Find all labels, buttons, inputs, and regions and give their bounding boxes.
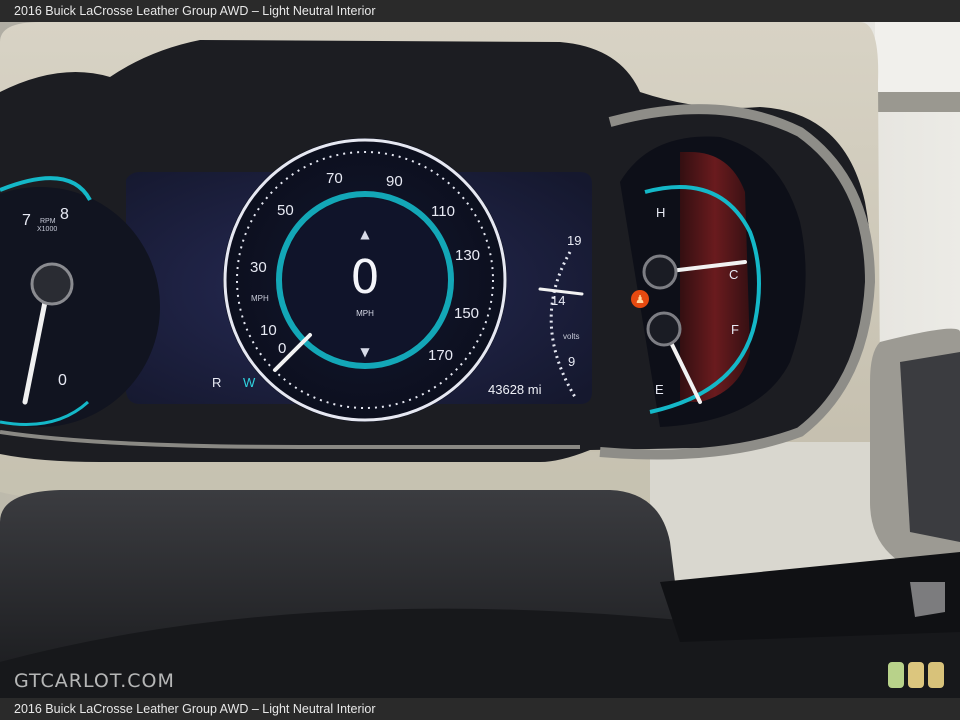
instrument-cluster-photo: ▲ ▼ ♟ 0 10 30 50 70 90 110 130 150 170 M… <box>0 22 960 698</box>
temp-hot: H <box>656 205 666 220</box>
speedo-tick-90: 90 <box>386 173 403 190</box>
speedo-tick-150: 150 <box>454 305 480 322</box>
speedo-tick-170: 170 <box>428 347 454 364</box>
volt-tick-9: 9 <box>568 354 576 369</box>
fuel-empty: E <box>655 382 664 397</box>
odometer: 43628 mi <box>488 382 542 397</box>
caption-bar-bottom: 2016 Buick LaCrosse Leather Group AWD – … <box>0 698 960 720</box>
gear-w: W <box>243 375 256 390</box>
color-swatches <box>888 662 944 688</box>
volt-tick-19: 19 <box>567 233 582 248</box>
tach-unit: RPM <box>40 218 56 225</box>
volt-tick-14: 14 <box>551 293 566 308</box>
speedo-tick-50: 50 <box>277 202 294 219</box>
watermark: GTCARLOT.COM <box>14 670 175 692</box>
caption-text-bottom: 2016 Buick LaCrosse Leather Group AWD – … <box>14 702 376 716</box>
tach-tick-7: 7 <box>22 212 31 229</box>
gear-r: R <box>212 375 222 390</box>
swatch-0[interactable] <box>888 662 904 688</box>
tach-zero: 0 <box>58 372 67 389</box>
speedo-tick-0: 0 <box>278 340 287 357</box>
temp-cold: C <box>729 267 739 282</box>
svg-text:♟: ♟ <box>635 293 645 306</box>
speedo-tick-130: 130 <box>455 247 481 264</box>
volt-unit: volts <box>563 332 580 341</box>
speedo-unit-ring: MPH <box>251 294 269 303</box>
swatch-2[interactable] <box>928 662 944 688</box>
speed-readout: 0 <box>350 250 380 304</box>
speedo-tick-30: 30 <box>250 259 267 276</box>
fuel-full: F <box>731 322 739 337</box>
speedo-tick-70: 70 <box>326 170 343 187</box>
speed-unit: MPH <box>356 309 374 318</box>
caption-bar-top: 2016 Buick LaCrosse Leather Group AWD – … <box>0 0 960 22</box>
tach-tick-8: 8 <box>60 206 69 223</box>
svg-text:▲: ▲ <box>360 227 370 241</box>
speedo-tick-110: 110 <box>431 203 455 220</box>
caption-text: 2016 Buick LaCrosse Leather Group AWD – … <box>14 4 376 18</box>
swatch-1[interactable] <box>908 662 924 688</box>
svg-text:▼: ▼ <box>360 345 370 359</box>
tach-multiplier: X1000 <box>37 226 58 233</box>
speedo-tick-10: 10 <box>260 322 277 339</box>
